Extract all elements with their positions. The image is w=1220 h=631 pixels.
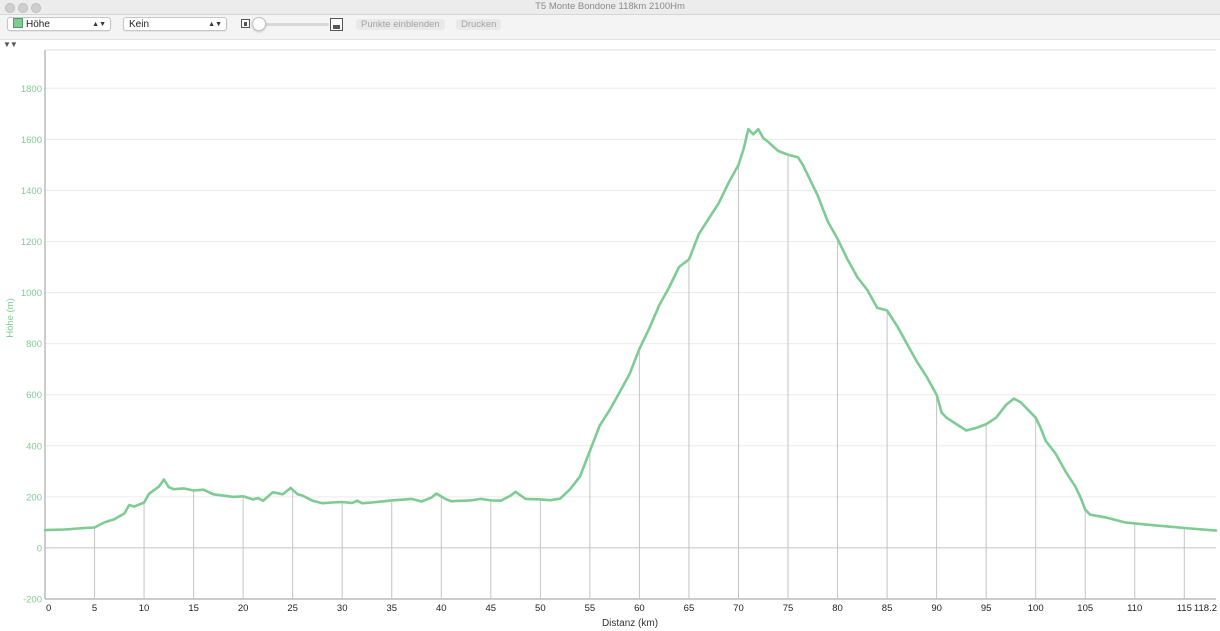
x-tick-label: 60 [634,603,645,614]
x-tick-label: 20 [238,603,249,614]
x-tick-label: 10 [139,603,150,614]
y-tick-label: -200 [23,595,42,606]
y-tick-label: 1400 [21,186,42,197]
y-tick-label: 200 [26,492,42,503]
x-tick-label: 50 [535,603,546,614]
x-tick-label: 0 [46,603,51,614]
x-tick-label: 25 [287,603,298,614]
x-tick-label: 80 [832,603,843,614]
y-tick-label: 1000 [21,288,42,299]
y-tick-label: 400 [26,441,42,452]
x-tick-label: 115 [1177,603,1192,614]
x-tick-label: 5 [92,603,97,614]
y-tick-label: 1600 [21,135,42,146]
x-tick-label: 105 [1077,603,1093,614]
y-tick-label: 600 [26,390,42,401]
x-tick-label: 110 [1127,603,1142,614]
x-tick-label: 95 [981,603,992,614]
x-tick-label: 30 [337,603,348,614]
x-tick-label: 90 [931,603,942,614]
x-tick-label: 65 [684,603,695,614]
y-tick-label: 800 [26,339,42,350]
y-tick-label: 1800 [21,84,42,95]
x-tick-label: 45 [486,603,497,614]
elevation-chart[interactable]: -200 0 200 400 600 800 1000 1200 1400 1600 1800 0 5 1… [0,0,1220,631]
x-tick-label: 118.2 [1194,603,1217,614]
x-tick-label: 100 [1028,603,1044,614]
x-tick-label: 35 [386,603,397,614]
elevation-line [43,127,1218,532]
y-axis-label: Höhe (m) [5,298,16,338]
x-tick-label: 40 [436,603,447,614]
x-tick-label: 75 [783,603,794,614]
x-tick-label: 85 [882,603,893,614]
y-tick-label: 1200 [21,237,42,248]
x-tick-label: 55 [585,603,596,614]
x-axis-label: Distanz (km) [602,618,658,629]
x-tick-label: 15 [188,603,199,614]
x-tick-label: 70 [733,603,744,614]
y-tick-label: 0 [37,543,42,554]
